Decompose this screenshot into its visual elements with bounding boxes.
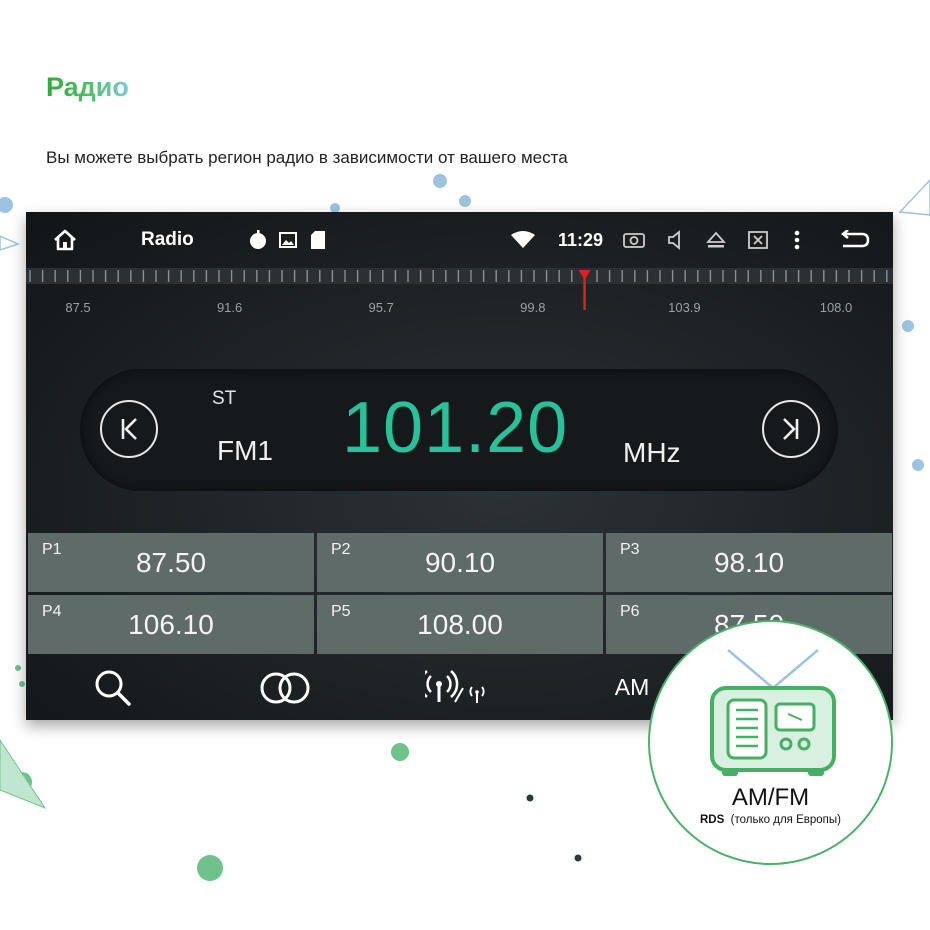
seek-next-button[interactable]	[762, 400, 820, 458]
preset-p2[interactable]: P2 90.10	[317, 533, 603, 592]
back-icon[interactable]	[838, 212, 872, 268]
scale-label: 108.0	[819, 300, 853, 315]
retro-radio-icon	[710, 649, 836, 776]
close-window-icon[interactable]	[746, 212, 770, 268]
sd-card-icon	[308, 212, 328, 268]
frequency-display-panel: ST FM1 101.20 MHz	[80, 369, 838, 491]
app-icon	[248, 212, 268, 268]
image-icon	[278, 212, 298, 268]
band-am-button[interactable]: AM	[610, 655, 654, 720]
europe-only-note: (только для Европы)	[730, 814, 841, 826]
preset-p1[interactable]: P1 87.50	[28, 533, 314, 592]
scale-label: 87.5	[65, 300, 91, 315]
preset-frequency: 108.00	[417, 609, 503, 640]
home-icon[interactable]	[48, 212, 82, 268]
preset-frequency: 87.50	[135, 547, 207, 578]
clock-time: 11:29	[558, 229, 604, 250]
am-fm-badge: AM/FM RDS (только для Европы)	[648, 620, 893, 865]
preset-p5[interactable]: P5 108.00	[317, 595, 603, 654]
volume-icon[interactable]	[665, 212, 687, 268]
preset-frequency: 98.10	[713, 547, 785, 578]
search-button[interactable]	[88, 655, 138, 720]
antenna-signal-icon	[425, 669, 485, 703]
more-icon[interactable]	[787, 212, 807, 268]
preset-frequency: 90.10	[424, 547, 496, 578]
scale-label: 95.7	[368, 300, 394, 315]
badge-note: RDS (только для Европы)	[650, 814, 891, 826]
local-distance-button[interactable]	[424, 655, 492, 720]
screenshot-icon[interactable]	[622, 212, 646, 268]
band-label: FM1	[217, 435, 273, 466]
badge-title: AM/FM	[731, 784, 810, 811]
search-icon	[95, 670, 131, 706]
eject-icon[interactable]	[704, 212, 728, 268]
seek-next-icon	[783, 418, 799, 440]
status-bar: Radio 11:29	[26, 212, 893, 268]
current-frequency: 101.20	[342, 388, 569, 468]
stereo-button[interactable]	[258, 655, 312, 720]
seek-previous-button[interactable]	[100, 400, 158, 458]
scale-label: 99.8	[520, 300, 546, 315]
preset-p3[interactable]: P3 98.10	[606, 533, 892, 592]
stereo-indicator: ST	[212, 388, 237, 409]
scale-label: 91.6	[216, 300, 243, 315]
frequency-unit: MHz	[623, 437, 681, 468]
stereo-rings-icon	[260, 672, 310, 703]
page-subtitle: Вы можете выбрать регион радио в зависим…	[46, 148, 568, 167]
page-title: Радио	[46, 72, 129, 102]
wifi-icon	[510, 212, 536, 268]
preset-frequency: 106.10	[128, 609, 214, 640]
frequency-scale[interactable]	[26, 268, 893, 332]
rds-label: RDS	[700, 814, 725, 826]
preset-p4[interactable]: P4 106.10	[28, 595, 314, 654]
app-title: Radio	[141, 229, 194, 250]
seek-previous-icon	[121, 418, 137, 440]
scale-label: 103.9	[668, 300, 701, 315]
